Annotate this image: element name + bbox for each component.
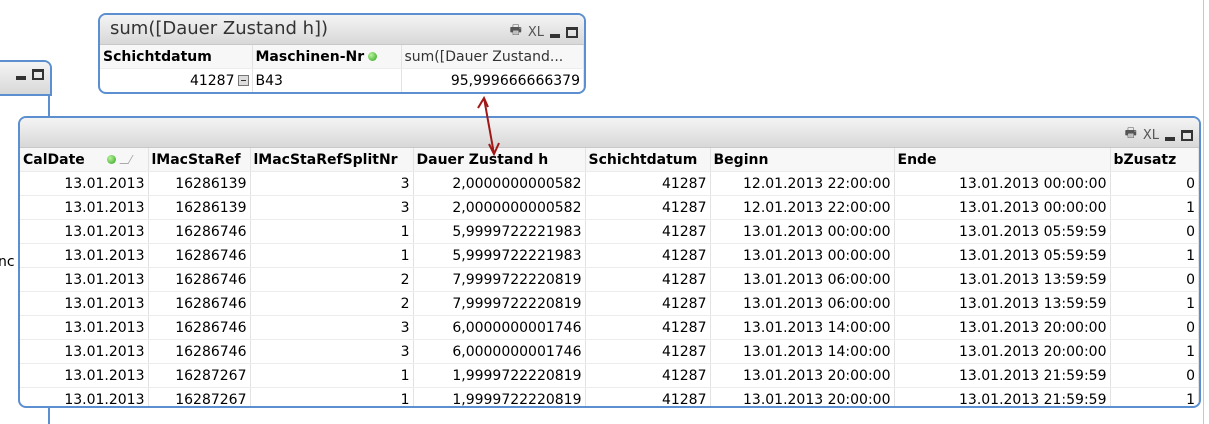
annotation-arrow: [477, 95, 500, 157]
